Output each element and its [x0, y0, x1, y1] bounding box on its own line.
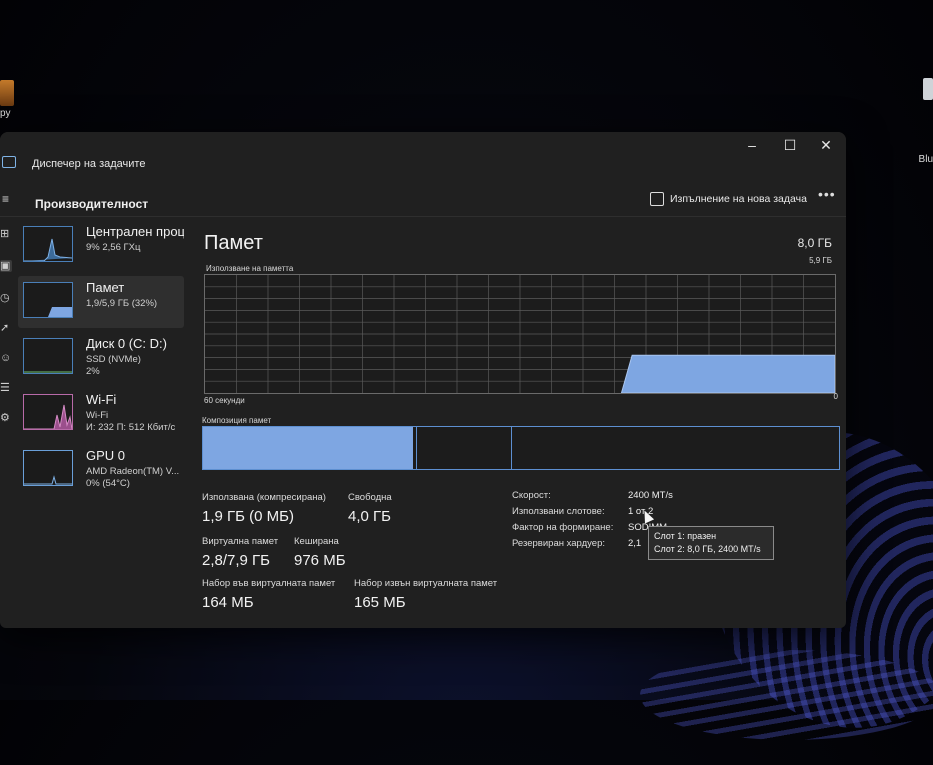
- desktop-shortcut-icon[interactable]: [0, 80, 14, 106]
- title-bar[interactable]: Диспечер на задачите – ☐ ✕: [0, 132, 846, 174]
- memory-total: 8,0 ГБ: [797, 236, 832, 250]
- memory-title: Памет: [204, 232, 263, 254]
- memory-usage-label: Използване на паметта: [206, 264, 294, 273]
- hamburger-menu-icon[interactable]: ≡: [2, 192, 12, 206]
- speed-label: Скорост:: [512, 490, 551, 501]
- memory-usage-area: [620, 354, 836, 394]
- command-bar: ≡ Производителност Изпълнение на нова за…: [0, 174, 846, 217]
- sidebar-item-label: GPU 0: [86, 448, 126, 463]
- app-history-nav-icon[interactable]: ◷: [0, 292, 12, 304]
- performance-nav-icon[interactable]: ▣: [0, 260, 12, 272]
- nonpaged-pool-value: 165 МБ: [354, 594, 406, 611]
- available-value: 4,0 ГБ: [348, 508, 391, 525]
- sidebar-item-detail: 1,9/5,9 ГБ (32%): [86, 298, 158, 309]
- maximize-button[interactable]: ☐: [770, 136, 810, 154]
- close-button[interactable]: ✕: [806, 136, 846, 154]
- sidebar-item-label: Wi-Fi: [86, 392, 117, 407]
- memory-usage-max: 5,9 ГБ: [809, 256, 832, 265]
- window-title: Диспечер на задачите: [32, 158, 146, 170]
- memory-thumbnail-graph: [23, 282, 73, 318]
- sidebar-item-detail: SSD (NVMe): [86, 354, 141, 365]
- task-manager-app-icon: [2, 156, 16, 168]
- sidebar-item-detail-2: И: 232 П: 512 Кбит/с: [86, 422, 176, 433]
- cpu-thumbnail-graph: [23, 226, 73, 262]
- in-use-value: 1,9 ГБ (0 МБ): [202, 508, 294, 525]
- hardware-reserved-label: Резервиран хардуер:: [512, 538, 606, 549]
- tooltip-line-slot-2: Слот 2: 8,0 ГБ, 2400 MT/s: [654, 544, 761, 554]
- graph-zero-label: 0: [833, 392, 838, 401]
- committed-label: Виртуална памет: [202, 536, 279, 547]
- slots-used-label: Използвани слотове:: [512, 506, 605, 517]
- available-label: Свободна: [348, 492, 392, 503]
- processes-nav-icon[interactable]: ⊞: [0, 228, 12, 240]
- sidebar-item-detail: AMD Radeon(TM) V...: [86, 466, 180, 477]
- services-nav-icon[interactable]: ⚙: [0, 412, 12, 424]
- wifi-thumbnail-graph: [23, 394, 73, 430]
- sidebar-item-wifi[interactable]: Wi-Fi Wi-Fi И: 232 П: 512 Кбит/с: [18, 388, 184, 440]
- cached-value: 976 МБ: [294, 552, 346, 569]
- gpu-thumbnail-graph: [23, 450, 73, 486]
- left-navigation: ⊞ ▣ ◷ ➚ ☺ ☰ ⚙: [0, 216, 16, 628]
- wallpaper-swirl-2: [640, 650, 933, 740]
- memory-usage-graph: [204, 274, 836, 394]
- sidebar-item-label: Централен проце: [86, 224, 184, 239]
- speed-value: 2400 MT/s: [628, 490, 673, 501]
- page-title: Производителност: [35, 197, 149, 211]
- minimize-button[interactable]: –: [732, 136, 772, 154]
- paged-pool-label: Набор във виртуалната памет: [202, 578, 336, 589]
- run-task-icon: [650, 192, 664, 206]
- sidebar-item-gpu[interactable]: GPU 0 AMD Radeon(TM) V... 0% (54°C): [18, 444, 184, 496]
- sidebar-item-label: Памет: [86, 280, 125, 295]
- disk-thumbnail-graph: [23, 338, 73, 374]
- cached-label: Кеширана: [294, 536, 339, 547]
- desktop-file-label: Blu: [918, 154, 933, 165]
- form-factor-label: Фактор на формиране:: [512, 522, 614, 533]
- details-nav-icon[interactable]: ☰: [0, 382, 12, 394]
- sidebar-item-detail-2: 2%: [86, 366, 100, 377]
- composition-in-use-segment: [203, 427, 413, 469]
- sidebar-item-disk[interactable]: Диск 0 (C: D:) SSD (NVMe) 2%: [18, 332, 184, 384]
- sidebar-item-label: Диск 0 (C: D:): [86, 336, 167, 351]
- run-new-task-label: Изпълнение на нова задача: [670, 193, 807, 205]
- slots-tooltip: Слот 1: празен Слот 2: 8,0 ГБ, 2400 MT/s: [648, 526, 774, 560]
- desktop-shortcut-label: py: [0, 108, 11, 119]
- desktop-file-icon[interactable]: [923, 78, 933, 100]
- memory-panel: Памет 8,0 ГБ Използване на паметта 5,9 Г…: [196, 220, 844, 628]
- more-options-button[interactable]: •••: [818, 186, 836, 202]
- sidebar-item-cpu[interactable]: Централен проце 9% 2,56 ГХц: [18, 220, 184, 272]
- memory-usage-chart: [205, 275, 836, 394]
- users-nav-icon[interactable]: ☺: [0, 352, 12, 364]
- sidebar-item-detail: 9% 2,56 ГХц: [86, 242, 141, 253]
- run-new-task-button[interactable]: Изпълнение на нова задача: [650, 188, 807, 210]
- paged-pool-value: 164 МБ: [202, 594, 254, 611]
- sidebar-item-detail-2: 0% (54°C): [86, 478, 130, 489]
- hardware-reserved-value: 2,1: [628, 538, 642, 549]
- nonpaged-pool-label: Набор извън виртуалната памет: [354, 578, 498, 589]
- graph-time-label: 60 секунди: [204, 396, 245, 405]
- memory-composition-bar[interactable]: [202, 426, 840, 470]
- tooltip-line-slot-1: Слот 1: празен: [654, 531, 717, 541]
- composition-standby-divider: [511, 427, 513, 469]
- sidebar-item-memory[interactable]: Памет 1,9/5,9 ГБ (32%): [18, 276, 184, 328]
- startup-apps-nav-icon[interactable]: ➚: [0, 322, 12, 334]
- memory-composition-label: Композиция памет: [202, 416, 272, 425]
- sidebar-item-detail: Wi-Fi: [86, 410, 109, 421]
- committed-value: 2,8/7,9 ГБ: [202, 552, 271, 569]
- task-manager-window: Диспечер на задачите – ☐ ✕ ≡ Производите…: [0, 132, 846, 628]
- composition-modified-divider: [416, 427, 418, 469]
- performance-sidebar: Централен проце 9% 2,56 ГХц Памет 1,9/5,…: [18, 220, 184, 500]
- in-use-label: Използвана (компресирана): [202, 492, 326, 503]
